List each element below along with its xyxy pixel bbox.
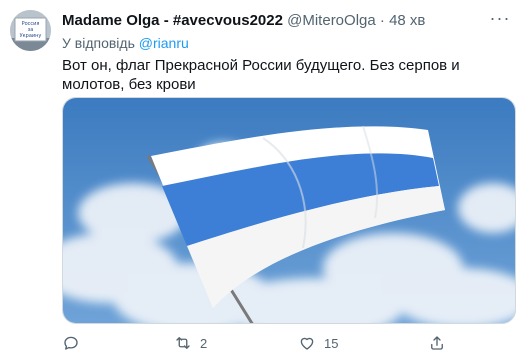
- avatar-image: Россия за Украину: [10, 10, 51, 51]
- author-name[interactable]: Madame Olga - #avecvous2022: [62, 12, 283, 29]
- tweet-header: Madame Olga - #avecvous2022 @MiteroOlga …: [62, 12, 482, 32]
- like-count: 15: [324, 335, 339, 351]
- more-options-button[interactable]: ···: [486, 6, 514, 30]
- tweet-actions: 2 15: [62, 334, 482, 356]
- reply-context: У відповідь @rianru: [62, 35, 189, 51]
- reply-prefix: У відповідь: [62, 35, 139, 51]
- reply-icon: [64, 336, 78, 350]
- tweet-timestamp[interactable]: 48 хв: [389, 12, 425, 29]
- avatar-sign-line-3: Украину: [20, 33, 42, 39]
- reply-to-link[interactable]: @rianru: [139, 35, 189, 51]
- retweet-count: 2: [200, 335, 208, 351]
- flag-photo: [63, 98, 515, 323]
- author-handle[interactable]: @MiteroOlga: [287, 12, 376, 29]
- author-avatar[interactable]: Россия за Украину: [10, 10, 51, 51]
- tweet-media[interactable]: [62, 97, 516, 324]
- retweet-icon: [176, 337, 190, 349]
- share-button[interactable]: [428, 334, 454, 352]
- retweet-button[interactable]: 2: [174, 334, 207, 352]
- reply-button[interactable]: [62, 334, 88, 352]
- separator-dot: ·: [379, 12, 385, 29]
- share-icon: [431, 336, 443, 350]
- tweet-text: Вот он, флаг Прекрасной России будущего.…: [62, 57, 460, 93]
- heart-icon: [300, 337, 314, 350]
- like-button[interactable]: 15: [298, 334, 338, 352]
